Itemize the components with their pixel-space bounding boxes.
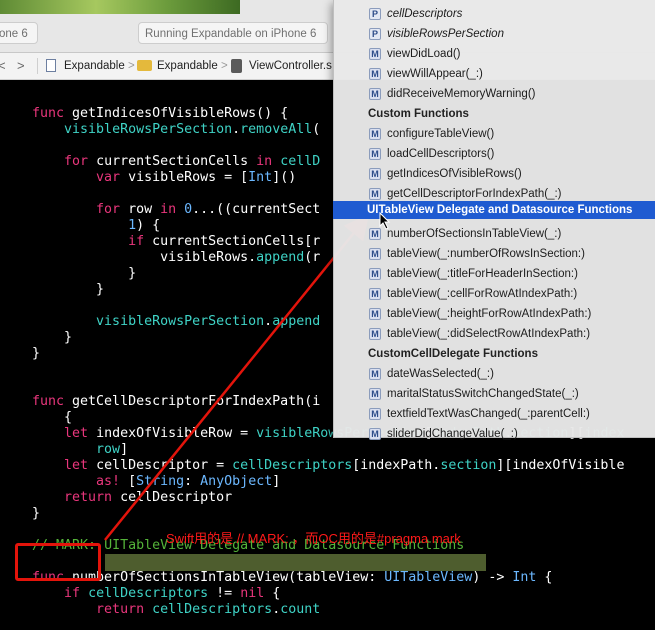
method-icon: M: [369, 428, 381, 440]
menu-item-label: dateWasSelected(_:): [387, 368, 494, 380]
menu-item[interactable]: MtableView(_:didSelectRowAtIndexPath:): [334, 324, 655, 344]
menu-item-label: textfieldTextWasChanged(_:parentCell:): [387, 408, 590, 420]
menu-item[interactable]: MtableView(_:cellForRowAtIndexPath:): [334, 284, 655, 304]
menu-item[interactable]: MdateWasSelected(_:): [334, 364, 655, 384]
method-icon: M: [369, 88, 381, 100]
menu-item[interactable]: MsliderDidChangeValue(_:): [334, 424, 655, 444]
menu-item-label: getIndicesOfVisibleRows(): [387, 168, 522, 180]
menu-section-header: Custom Functions: [368, 108, 469, 120]
method-icon: M: [369, 388, 381, 400]
menu-item[interactable]: MtableView(_:numberOfRowsInSection:): [334, 244, 655, 264]
method-icon: M: [369, 68, 381, 80]
menu-item[interactable]: MtextfieldTextWasChanged(_:parentCell:): [334, 404, 655, 424]
property-icon: P: [369, 28, 381, 40]
menu-item[interactable]: MgetIndicesOfVisibleRows(): [334, 164, 655, 184]
menu-item-label: maritalStatusSwitchChangedState(_:): [387, 388, 579, 400]
menu-item-label: cellDescriptors: [387, 8, 463, 20]
method-icon: M: [369, 188, 381, 200]
method-icon: M: [369, 328, 381, 340]
menu-item[interactable]: PvisibleRowsPerSection: [334, 24, 655, 44]
menu-item[interactable]: MtableView(_:heightForRowAtIndexPath:): [334, 304, 655, 324]
method-icon: M: [369, 128, 381, 140]
method-icon: M: [369, 248, 381, 260]
menu-item-label: tableView(_:cellForRowAtIndexPath:): [387, 288, 578, 300]
method-icon: M: [369, 148, 381, 160]
menu-item[interactable]: MviewDidLoad(): [334, 44, 655, 64]
menu-item-label: loadCellDescriptors(): [387, 148, 495, 160]
menu-item[interactable]: MtableView(_:titleForHeaderInSection:): [334, 264, 655, 284]
menu-item-label: tableView(_:heightForRowAtIndexPath:): [387, 308, 592, 320]
method-icon: M: [369, 288, 381, 300]
menu-item-label: viewWillAppear(_:): [387, 68, 483, 80]
property-icon: P: [369, 8, 381, 20]
menu-item-label: configureTableView(): [387, 128, 495, 140]
mouse-pointer-icon: [379, 212, 391, 230]
menu-item-label: visibleRowsPerSection: [387, 28, 504, 40]
method-icon: M: [369, 368, 381, 380]
menu-item-label: didReceiveMemoryWarning(): [387, 88, 536, 100]
menu-item-label: viewDidLoad(): [387, 48, 461, 60]
method-icon: M: [369, 48, 381, 60]
menu-item[interactable]: MviewWillAppear(_:): [334, 64, 655, 84]
menu-section-header: CustomCellDelegate Functions: [368, 348, 538, 360]
menu-item[interactable]: MmaritalStatusSwitchChangedState(_:): [334, 384, 655, 404]
menu-item-label: tableView(_:didSelectRowAtIndexPath:): [387, 328, 591, 340]
menu-item-label: sliderDidChangeValue(_:): [387, 428, 518, 440]
menu-item-label: numberOfSectionsInTableView(_:): [387, 228, 562, 240]
menu-mark-label: UITableView Delegate and Datasource Func…: [367, 204, 633, 216]
menu-item[interactable]: PcellDescriptors: [334, 4, 655, 24]
method-icon: M: [369, 408, 381, 420]
method-icon: M: [369, 308, 381, 320]
menu-item[interactable]: MconfigureTableView(): [334, 124, 655, 144]
method-icon: M: [369, 168, 381, 180]
menu-item-label: tableView(_:titleForHeaderInSection:): [387, 268, 578, 280]
method-icon: M: [369, 268, 381, 280]
menu-item[interactable]: MloadCellDescriptors(): [334, 144, 655, 164]
menu-item[interactable]: MdidReceiveMemoryWarning(): [334, 84, 655, 104]
menu-item-label: tableView(_:numberOfRowsInSection:): [387, 248, 585, 260]
